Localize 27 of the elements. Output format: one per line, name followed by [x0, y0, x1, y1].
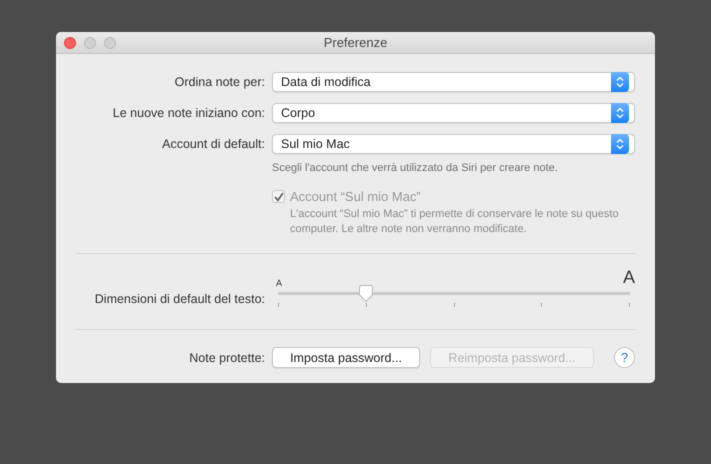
- help-button[interactable]: ?: [614, 347, 635, 368]
- slider-tick: [629, 303, 630, 307]
- close-button[interactable]: [64, 37, 76, 49]
- account-hint: Scegli l'account che verrà utilizzato da Siri per creare note.: [272, 162, 559, 174]
- popup-label: Ordina note per:: [174, 75, 265, 89]
- small-text-label: A: [276, 278, 282, 288]
- slider-tick: [541, 303, 542, 307]
- text-size-label: Dimensioni di default del testo:: [94, 291, 265, 306]
- minimize-button[interactable]: [84, 37, 96, 49]
- slider-tick: [366, 303, 367, 307]
- popup-button[interactable]: Corpo: [272, 103, 635, 123]
- popup-label: Account di default:: [161, 137, 265, 151]
- slider-thumb[interactable]: [358, 285, 374, 302]
- stepper-icon: [616, 107, 624, 119]
- stepper-icon: [616, 138, 624, 150]
- password-button[interactable]: Imposta password...: [272, 347, 420, 368]
- window-title: Preferenze: [324, 35, 388, 50]
- zoom-button[interactable]: [104, 37, 116, 49]
- protected-notes-label: Note protette:: [188, 350, 265, 364]
- large-text-label: A: [622, 267, 635, 288]
- account-description: L'account “Sul mio Mac” ti permette di conservare le note su questo computer. Le altre note non verranno modificate.: [290, 207, 620, 237]
- stepper-icon: [616, 76, 624, 88]
- popup-label: Le nuove note iniziano con:: [112, 106, 265, 120]
- popup-button[interactable]: Sul mio Mac: [272, 134, 635, 154]
- popup-button[interactable]: Data di modifica: [272, 72, 635, 92]
- checkbox-label: Account “Sul mio Mac”: [290, 189, 421, 204]
- slider-tick: [278, 303, 279, 307]
